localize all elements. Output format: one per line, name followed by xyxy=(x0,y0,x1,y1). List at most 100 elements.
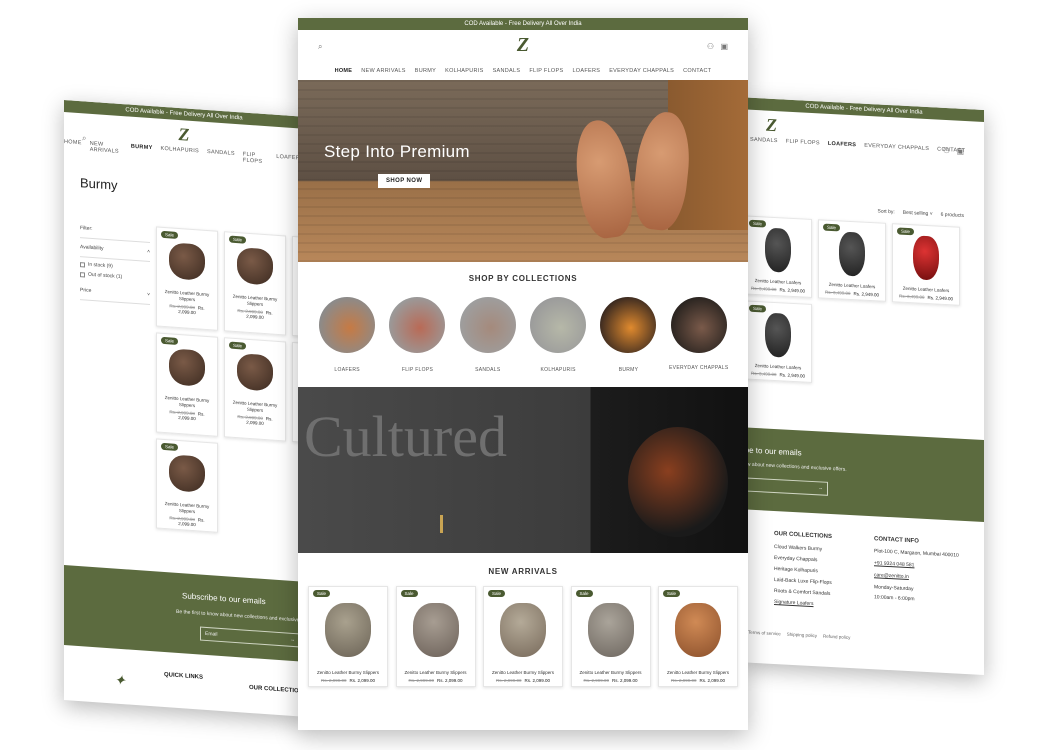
policy-link[interactable]: Terms of service xyxy=(748,630,781,637)
in-stock-checkbox[interactable]: In stock (9) xyxy=(80,261,150,272)
account-icon[interactable]: ⚇ xyxy=(707,42,714,51)
product-image xyxy=(412,603,459,657)
collection-burmy[interactable]: BURMY xyxy=(598,297,658,373)
shop-now-button[interactable]: SHOP NOW xyxy=(378,174,431,188)
account-icon[interactable]: ⚇ xyxy=(943,146,950,155)
product-card[interactable]: Sale Zenitto Leather Loafers Rs. 3,499.00 R… xyxy=(892,223,960,306)
cart-icon[interactable]: ▣ xyxy=(720,42,728,51)
product-image xyxy=(169,242,205,281)
product-price: Rs. 2,999.00 Rs. 2,099.00 xyxy=(583,678,638,683)
sort-select[interactable]: Best selling ˅ xyxy=(903,210,933,218)
subscribe-text: Be the first to know about new collectio… xyxy=(176,608,304,625)
product-name: Zenitto Leather Burmy Slippers xyxy=(316,670,380,675)
chevron-down-icon: ˅ xyxy=(147,291,150,299)
sale-badge: Sale xyxy=(313,590,331,597)
collection-flip-flops[interactable]: FLIP FLOPS xyxy=(387,297,447,373)
collection-image xyxy=(459,297,516,353)
cart-icon[interactable]: ▣ xyxy=(956,147,964,156)
email-input[interactable]: → xyxy=(744,477,828,496)
collection-label: SANDALS xyxy=(475,367,501,373)
collection-label: FLIP FLOPS xyxy=(401,367,434,373)
subscribe-section: Subscribe to our emails Be the first to … xyxy=(64,565,304,662)
banner-accent-mark xyxy=(440,515,443,533)
footer-logo: ✦ xyxy=(114,671,126,689)
product-card[interactable]: Sale Zenitto Leather Burmy Slippers Rs. 2,… xyxy=(156,332,218,437)
product-card[interactable]: Sale Zenitto Leather Burmy Slippers Rs. 2,… xyxy=(658,586,738,687)
product-image xyxy=(169,348,205,387)
loafers-page-preview: COD Available - Free Delivery All Over I… xyxy=(744,97,984,676)
product-card[interactable]: Sale Zenitto Leather Burmy Slippers Rs. 2,… xyxy=(224,337,286,442)
sale-badge: Sale xyxy=(749,219,767,228)
collection-sandals[interactable]: SANDALS xyxy=(458,297,518,373)
nav-item[interactable]: KOLHAPURIS xyxy=(161,146,199,161)
nav-item[interactable]: FLIP FLOPS xyxy=(786,139,820,147)
sale-badge: Sale xyxy=(488,590,506,597)
out-of-stock-checkbox[interactable]: Out of stock (1) xyxy=(80,271,150,282)
product-name: Zenitto Leather Burmy Slippers xyxy=(491,670,555,675)
collection-label: BURMY xyxy=(618,367,639,373)
hero-title: Step Into Premium xyxy=(324,142,470,161)
product-image xyxy=(500,603,546,657)
product-card[interactable]: Sale Zenitto Leather Burmy Slippers Rs. 2,… xyxy=(395,586,476,687)
search-icon[interactable]: ⌕ xyxy=(82,133,86,143)
product-card[interactable]: Sale Zenitto Leather Loafers Rs. 3,499.00 R… xyxy=(818,219,886,302)
product-image xyxy=(913,235,939,281)
product-card[interactable]: Sale Zenitto Leather Loafers Rs. 3,499.00 R… xyxy=(744,215,812,298)
search-icon[interactable]: ⌕ xyxy=(318,42,322,52)
sale-badge: Sale xyxy=(823,223,841,232)
brand-logo[interactable]: Z xyxy=(298,30,748,57)
product-card[interactable]: Sale Zenitto Leather Burmy Slippers Rs. 2,… xyxy=(224,231,286,336)
product-price: Rs. 2,999.00 Rs. 2,099.00 xyxy=(408,678,463,683)
nav-item[interactable]: EVERYDAY CHAPPALS xyxy=(864,143,929,152)
product-card[interactable]: Sale Zenitto Leather Burmy Slippers Rs. 2,… xyxy=(156,226,218,331)
our-collections-heading: OUR COLLECTIONS xyxy=(249,684,304,695)
collection-image xyxy=(319,297,376,353)
product-grid: Sale Zenitto Leather Burmy Slippers Rs. 2,… xyxy=(156,226,304,539)
nav-item[interactable]: SANDALS xyxy=(750,137,778,144)
product-name: Zenitto Leather Burmy Slippers xyxy=(164,289,210,303)
email-input[interactable]: Email → xyxy=(200,626,300,648)
out-of-stock-label: Out of stock (1) xyxy=(88,271,123,281)
nav-item[interactable]: FLIP FLOPS xyxy=(243,152,268,166)
collection-everyday-chappals[interactable]: EVERYDAY CHAPPALS xyxy=(669,297,729,373)
product-image xyxy=(765,312,791,358)
nav-item-active[interactable]: LOAFERS xyxy=(828,141,856,148)
collection-kolhapuris[interactable]: KOLHAPURIS xyxy=(528,297,588,373)
product-price: Rs. 2,999.00 Rs. 2,099.00 xyxy=(237,414,273,426)
availability-filter[interactable]: Availability ˄ xyxy=(80,238,150,263)
product-price: Rs. 2,999.00 Rs. 2,099.00 xyxy=(670,678,726,683)
product-price: Rs. 3,499.00 Rs. 2,949.00 xyxy=(898,293,954,302)
product-image xyxy=(237,353,273,392)
in-stock-label: In stock (9) xyxy=(88,261,113,270)
product-name: Zenitto Leather Burmy Slippers xyxy=(404,670,467,675)
subscribe-title: Subscribe to our emails xyxy=(182,591,266,607)
product-card[interactable]: Sale Zenitto Leather Burmy Slippers Rs. 2,… xyxy=(156,438,218,533)
sale-badge: Sale xyxy=(400,590,418,597)
nav-item[interactable]: SANDALS xyxy=(207,149,235,163)
collection-label: LOAFERS xyxy=(334,367,360,373)
nav-item-active[interactable]: BURMY xyxy=(131,144,153,158)
home-page-preview: COD Available - Free Delivery All Over I… xyxy=(298,18,748,730)
sale-badge: Sale xyxy=(897,227,915,236)
product-card[interactable]: Sale Zenitto Leather Burmy Slippers Rs. 2,… xyxy=(570,586,651,687)
nav-item[interactable]: HOME xyxy=(64,139,82,152)
nav-item[interactable]: NEW ARRIVALS xyxy=(90,141,123,155)
product-name: Zenitto Leather Burmy Slippers xyxy=(164,395,210,409)
policy-link[interactable]: Refund policy xyxy=(823,634,850,640)
sale-badge: Sale xyxy=(749,304,767,313)
sandal-image-left xyxy=(570,116,638,242)
product-image xyxy=(237,247,273,286)
subscribe-title: Subscribe to our emails xyxy=(744,444,802,458)
product-card[interactable]: Sale Zenitto Leather Burmy Slippers Rs. 2,… xyxy=(308,586,388,687)
collections-title: SHOP BY COLLECTIONS xyxy=(468,274,578,283)
collection-loafers[interactable]: LOAFERS xyxy=(317,297,377,373)
price-filter[interactable]: Price ˅ xyxy=(80,281,150,306)
collections-row: LOAFERS FLIP FLOPS SANDALS KOLHAPURIS BU… xyxy=(298,297,748,373)
product-card[interactable]: Sale Zenitto Leather Loafers Rs. 3,499.00 R… xyxy=(744,300,812,383)
policy-link[interactable]: Shipping policy xyxy=(787,632,817,639)
product-grid: Sale Zenitto Leather Loafers Rs. 3,499.00 R… xyxy=(744,215,960,390)
product-card[interactable]: Sale Zenitto Leather Burmy Slippers Rs. 2,… xyxy=(483,586,563,687)
subscribe-text: Be the first to know about new collectio… xyxy=(744,460,847,473)
collection-label: KOLHAPURIS xyxy=(540,367,576,373)
product-price: Rs. 3,499.00 Rs. 2,949.00 xyxy=(824,289,880,298)
